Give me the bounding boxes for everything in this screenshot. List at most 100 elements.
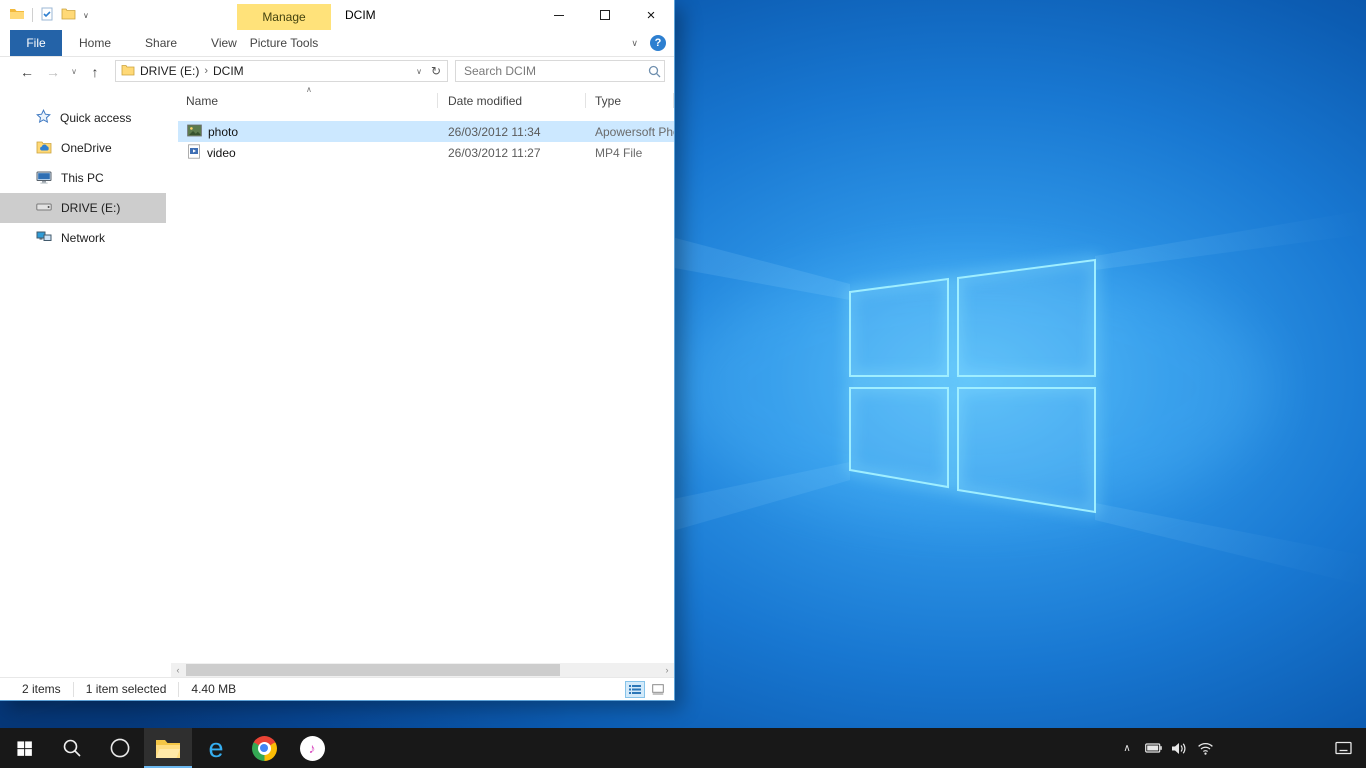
properties-icon[interactable] [40,7,54,24]
help-button[interactable]: ? [650,35,666,51]
taskbar-search-button[interactable] [48,728,96,768]
qat-customize-dropdown-icon[interactable]: ∨ [83,11,89,20]
recent-locations-dropdown-icon[interactable]: ∨ [66,67,82,76]
minimize-icon [554,15,564,16]
navigation-pane: Quick access OneDrive This PC DRIVE (E:) [0,86,166,677]
large-icons-view-button[interactable] [648,681,668,698]
system-tray: ∧ [1114,728,1366,768]
itunes-icon: ♪ [300,736,325,761]
sidebar-item-quick-access[interactable]: Quick access [0,103,166,133]
horizontal-scrollbar[interactable]: ‹ › [171,663,674,677]
explorer-folder-icon[interactable] [9,6,25,25]
scrollbar-track[interactable] [185,663,660,677]
close-button[interactable]: × [628,0,674,30]
tab-file[interactable]: File [10,30,62,56]
quick-access-toolbar: ∨ [0,6,89,25]
internet-explorer-button[interactable]: e [192,728,240,768]
view-toggles [625,681,668,698]
ribbon-right-controls: ∨ ? [631,30,666,56]
file-row-photo[interactable]: photo 26/03/2012 11:34 Apowersoft Pho [178,121,674,142]
minimize-button[interactable] [536,0,582,30]
tab-picture-tools[interactable]: Picture Tools [237,30,331,56]
status-selection: 1 item selected [74,682,180,697]
hidden-icons-button[interactable]: ∧ [1114,728,1140,768]
address-dropdown-icon[interactable]: ∨ [411,67,427,76]
breadcrumb-folder[interactable]: DCIM [208,64,249,78]
window-title: DCIM [345,0,376,30]
status-size: 4.40 MB [179,682,248,697]
windows-logo-icon [16,740,33,757]
action-center-icon [1335,741,1352,756]
column-header-type[interactable]: Type [586,86,674,115]
up-button[interactable]: ↑ [82,64,108,80]
tab-home[interactable]: Home [62,30,128,56]
column-headers: ∧ Name Date modified Type [178,86,674,115]
ie-icon: e [208,735,223,762]
scrollbar-thumb[interactable] [186,664,560,676]
chrome-button[interactable] [240,728,288,768]
network-button[interactable] [1192,728,1218,768]
navigation-bar: ← → ∨ ↑ DRIVE (E:) › DCIM ∨ ↻ [0,57,674,86]
file-date: 26/03/2012 11:34 [438,125,586,139]
cortana-button[interactable] [96,728,144,768]
ribbon-expand-icon[interactable]: ∨ [631,38,638,49]
sidebar-item-drive-e[interactable]: DRIVE (E:) [0,193,166,223]
computer-icon [36,170,52,187]
address-bar[interactable]: DRIVE (E:) › DCIM ∨ ↻ [115,60,448,82]
battery-button[interactable] [1140,728,1166,768]
caption-buttons: × [536,0,674,30]
start-button[interactable] [0,728,48,768]
file-name: video [207,146,236,160]
sidebar-item-network[interactable]: Network [0,223,166,253]
sidebar-item-onedrive[interactable]: OneDrive [0,133,166,163]
search-icon[interactable] [644,65,664,78]
status-bar: 2 items 1 item selected 4.40 MB [0,677,674,700]
search-box[interactable] [455,60,665,82]
file-date: 26/03/2012 11:27 [438,146,586,160]
large-icons-view-icon [652,684,664,695]
refresh-icon[interactable]: ↻ [427,64,445,78]
network-icon [36,230,52,247]
details-view-icon [629,684,641,695]
breadcrumb-drive[interactable]: DRIVE (E:) [135,64,204,78]
taskbar-file-explorer-button[interactable] [144,728,192,768]
volume-button[interactable] [1166,728,1192,768]
scroll-left-icon[interactable]: ‹ [171,663,185,677]
file-type: Apowersoft Pho [586,125,674,139]
search-input[interactable] [456,61,644,81]
new-folder-icon[interactable] [61,7,76,23]
forward-button[interactable]: → [40,64,66,80]
cortana-circle-icon [109,737,131,759]
address-folder-icon [121,64,135,79]
action-center-button[interactable] [1330,728,1356,768]
sidebar-item-this-pc[interactable]: This PC [0,163,166,193]
qat-separator [32,8,33,22]
chrome-icon [252,736,277,761]
itunes-button[interactable]: ♪ [288,728,336,768]
file-name: photo [208,125,238,139]
close-icon: × [647,8,656,23]
scroll-right-icon[interactable]: › [660,663,674,677]
details-view-button[interactable] [625,681,645,698]
star-icon [36,109,51,127]
titlebar[interactable]: ∨ Manage DCIM × [0,0,674,30]
column-header-name[interactable]: Name [178,86,438,115]
taskbar: e ♪ ∧ [0,728,1366,768]
search-icon [62,738,82,758]
file-explorer-window: ∨ Manage DCIM × File Home Share View Pic… [0,0,675,701]
onedrive-folder-icon [36,140,52,157]
explorer-main: Quick access OneDrive This PC DRIVE (E:) [0,86,674,677]
maximize-button[interactable] [582,0,628,30]
maximize-icon [600,10,610,20]
sidebar-item-label: Quick access [60,111,131,125]
sidebar-item-label: Network [61,231,105,245]
ribbon-tab-row: File Home Share View Picture Tools ∨ ? [0,30,674,57]
column-header-date-modified[interactable]: Date modified [438,86,586,115]
folder-icon [155,737,181,759]
file-rows: photo 26/03/2012 11:34 Apowersoft Pho vi… [178,121,674,163]
back-button[interactable]: ← [14,64,40,80]
file-type: MP4 File [586,146,674,160]
file-row-video[interactable]: video 26/03/2012 11:27 MP4 File [178,142,674,163]
tab-share[interactable]: Share [128,30,194,56]
context-tab-group[interactable]: Manage [237,4,331,30]
